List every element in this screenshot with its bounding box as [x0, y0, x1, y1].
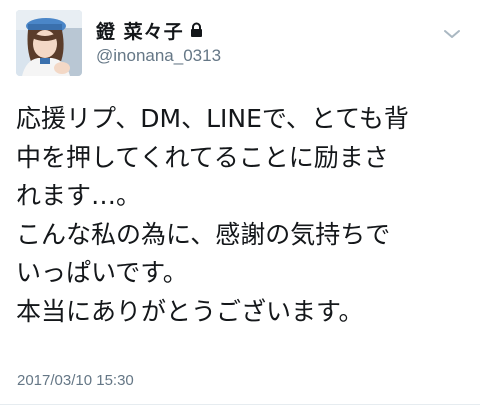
- tweet-text-line: いっぱいです。: [16, 258, 188, 287]
- profile-photo: [16, 10, 82, 76]
- tweet-text: 応援リプ、DM、LINEで、とても背 中を押してくれてることに励まさ れます…。…: [16, 100, 466, 331]
- tweet-header: 鐙 菜々子 @inonana_0313: [16, 8, 464, 80]
- chevron-down-icon[interactable]: [440, 22, 464, 46]
- divider: [0, 404, 480, 405]
- user-handle[interactable]: @inonana_0313: [96, 46, 221, 66]
- tweet-card: 鐙 菜々子 @inonana_0313 応援リプ、DM、LINEで、とても背 中…: [0, 0, 480, 412]
- tweet-text-line: 中を押してくれてることに励まさ: [16, 142, 389, 172]
- lock-icon: [190, 22, 203, 38]
- avatar[interactable]: [16, 10, 82, 76]
- tweet-text-line: 本当にありがとうございます。: [16, 296, 364, 326]
- display-name[interactable]: 鐙 菜々子: [96, 17, 184, 44]
- name-row: 鐙 菜々子: [96, 17, 203, 44]
- tweet-text-line: れます…。: [16, 181, 142, 210]
- tweet-timestamp[interactable]: 2017/03/10 15:30: [17, 372, 134, 389]
- tweet-text-line: 応援リプ、DM、LINEで、とても背: [16, 104, 409, 133]
- tweet-text-line: こんな私の為に、感謝の気持ちで: [16, 219, 391, 249]
